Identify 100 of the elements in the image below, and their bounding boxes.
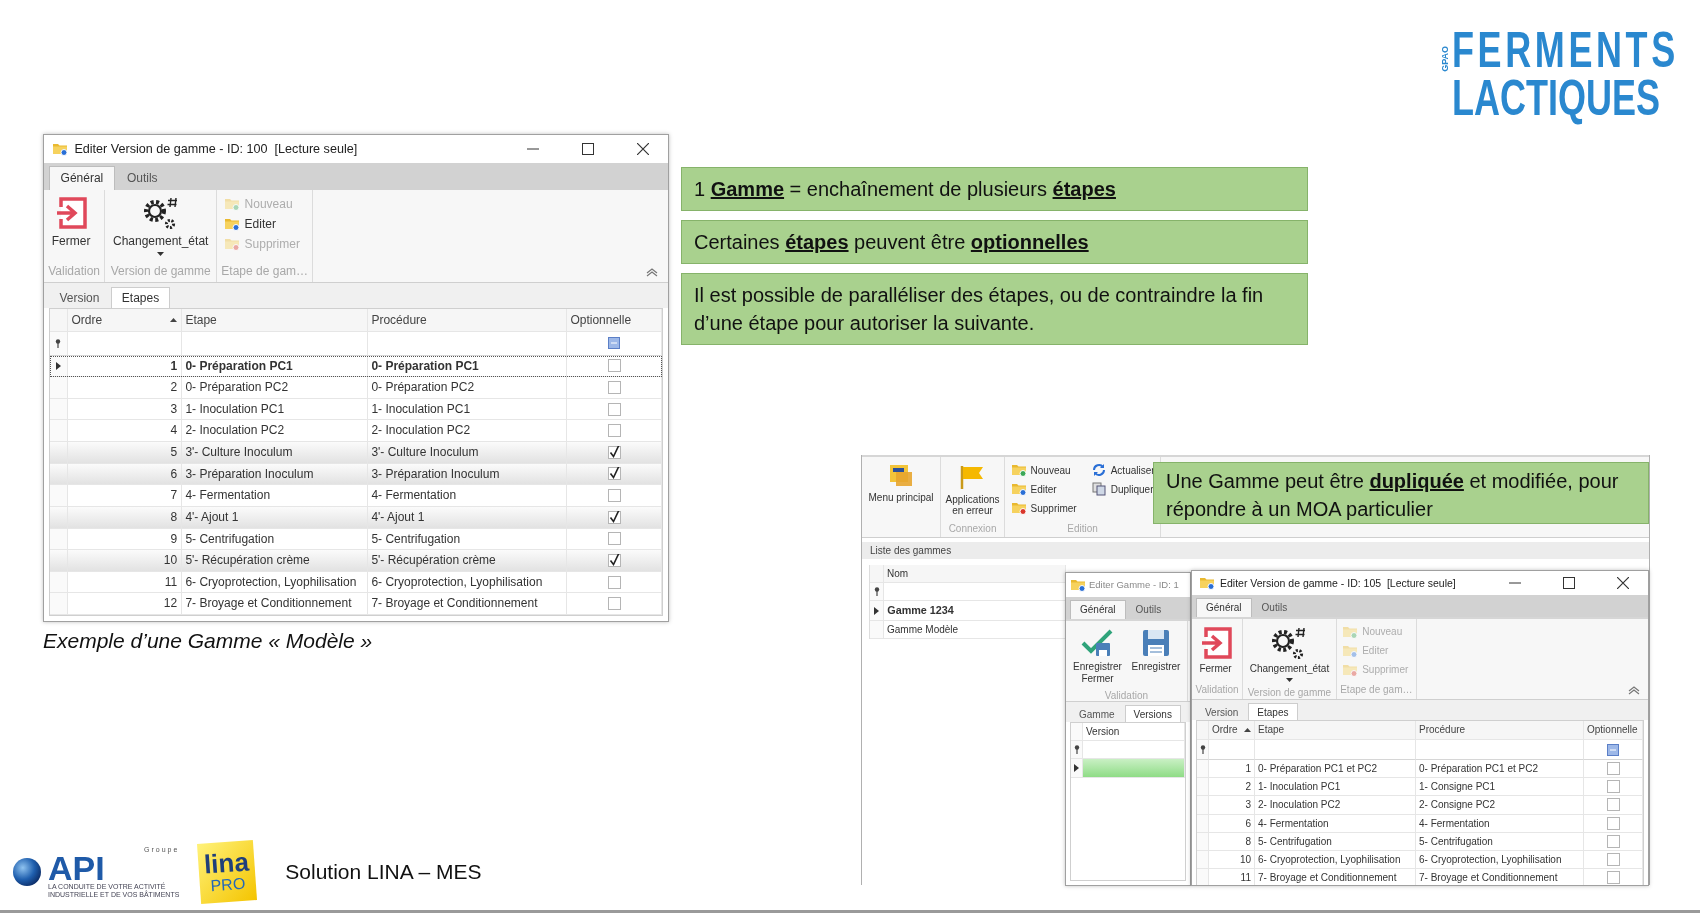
column-header[interactable]: Optionnelle xyxy=(570,309,632,331)
checkbox[interactable] xyxy=(607,554,621,567)
collapse-icon[interactable] xyxy=(1628,685,1640,695)
tab[interactable]: Versions xyxy=(1124,705,1181,722)
column-header[interactable]: Version xyxy=(1083,723,1185,742)
table-cell: 0- Préparation PC1 et PC2 xyxy=(1416,760,1584,779)
column-header[interactable]: Procédure xyxy=(371,309,427,331)
table-row[interactable]: 10 5'- Récupération crème 5'- Récupération crème xyxy=(49,550,663,572)
table-cell: 5- Centrifugation xyxy=(1255,832,1416,851)
filter-cell[interactable] xyxy=(1255,740,1416,760)
tab[interactable]: Etapes xyxy=(111,287,170,309)
tab[interactable]: Outils xyxy=(1251,597,1298,617)
logo-text: API xyxy=(48,852,105,883)
column-header[interactable]: Etape xyxy=(1258,721,1285,739)
table-row[interactable]: 3 1- Inoculation PC1 1- Inoculation PC1 xyxy=(49,398,663,421)
collapse-icon[interactable] xyxy=(646,268,659,278)
checkbox[interactable] xyxy=(1606,762,1620,776)
filter-cell[interactable] xyxy=(1416,740,1584,760)
filter-cell[interactable] xyxy=(566,331,663,356)
table-row[interactable]: 6 3- Préparation Inoculum 3- Préparation Inoculum xyxy=(49,463,663,486)
ribbon-button[interactable]: Fermer xyxy=(48,191,95,252)
tab[interactable]: Version xyxy=(1196,703,1248,720)
table-cell: 6- Cryoprotection, Lyophilisation xyxy=(367,571,567,594)
ribbon-button[interactable]: Enregistrer xyxy=(1128,622,1184,675)
tab[interactable]: Général xyxy=(1070,599,1126,619)
table-row[interactable]: 3 2- Inoculation PC2 2- Consigne PC2 xyxy=(1197,796,1643,815)
checkbox[interactable] xyxy=(607,467,621,481)
filter-cell[interactable] xyxy=(1584,740,1643,760)
table-cell: 7- Broyage et Conditionnement xyxy=(1416,869,1584,885)
checkbox[interactable] xyxy=(1606,816,1620,830)
filter-cell[interactable] xyxy=(367,331,567,356)
column-header[interactable]: Procédure xyxy=(1419,721,1466,739)
column-header[interactable]: Ordre xyxy=(71,309,103,331)
table-cell: 2- Inoculation PC2 xyxy=(1255,796,1416,815)
ribbon-button[interactable]: Enregistrer Fermer xyxy=(1069,622,1126,687)
ribbon-button[interactable]: Editer xyxy=(1008,481,1079,497)
checkbox[interactable] xyxy=(1606,871,1620,885)
tab[interactable]: Etapes xyxy=(1248,703,1298,720)
checkbox[interactable] xyxy=(607,532,621,546)
column-header[interactable]: Optionnelle xyxy=(1587,721,1638,739)
filter-cell[interactable] xyxy=(67,331,182,356)
group-label: Validation xyxy=(1195,683,1239,697)
tab[interactable]: Général xyxy=(48,166,116,190)
ribbon-button[interactable]: Menu principal xyxy=(865,459,937,506)
check-disk-icon xyxy=(1080,627,1115,658)
table-row[interactable]: 12 7- Broyage et Conditionnement 7- Broyage et Conditionnement xyxy=(49,593,663,616)
ribbon-button[interactable]: Changement_état xyxy=(1246,620,1333,685)
table-row[interactable]: 1 0- Préparation PC1 0- Préparation PC1 xyxy=(49,355,663,378)
table-row[interactable]: 2 0- Préparation PC2 0- Préparation PC2 xyxy=(49,377,663,399)
checkbox[interactable] xyxy=(1606,798,1620,812)
filter-checkbox-icon[interactable] xyxy=(1607,743,1619,756)
table-cell: 1- Inoculation PC1 xyxy=(181,398,368,421)
checkbox[interactable] xyxy=(607,489,621,503)
table-cell: 5'- Récupération crème xyxy=(367,550,567,572)
table-row[interactable] xyxy=(1083,759,1185,778)
filter-pin-icon xyxy=(1073,745,1080,755)
checkbox[interactable] xyxy=(607,597,621,611)
checkbox[interactable] xyxy=(607,510,621,524)
table-row[interactable]: 8 5- Centrifugation 5- Centrifugation xyxy=(1197,832,1643,851)
ribbon-button[interactable]: Nouveau xyxy=(1008,462,1079,478)
ribbon-button[interactable]: Applications en erreur xyxy=(944,459,1001,520)
tab[interactable]: Outils xyxy=(1125,599,1172,619)
ribbon-button[interactable]: Changement_état xyxy=(109,191,212,260)
ribbon-button[interactable]: Supprimer xyxy=(1008,500,1079,516)
checkbox[interactable] xyxy=(607,445,621,459)
checkbox[interactable] xyxy=(607,381,621,394)
checkbox[interactable] xyxy=(607,424,621,438)
checkbox[interactable] xyxy=(1606,780,1620,794)
table-row[interactable]: 8 4'- Ajout 1 4'- Ajout 1 xyxy=(49,506,663,529)
table-cell: 1 xyxy=(67,355,182,378)
table-row[interactable]: 5 3'- Culture Inoculum 3'- Culture Inoculum xyxy=(49,442,663,464)
table-row[interactable]: 11 6- Cryoprotection, Lyophilisation 6- Cryoprotection, Lyophilisation xyxy=(49,571,663,594)
table-cell: 2 xyxy=(1209,778,1255,797)
filter-checkbox-icon[interactable] xyxy=(608,337,620,350)
checkbox[interactable] xyxy=(607,402,621,416)
checkbox[interactable] xyxy=(1606,834,1620,848)
checkbox[interactable] xyxy=(1606,853,1620,867)
tab[interactable]: Outils xyxy=(115,166,170,190)
column-header[interactable]: Etape xyxy=(185,309,217,331)
filter-cell[interactable] xyxy=(1209,740,1255,760)
app-logo-icon xyxy=(888,464,914,488)
table-row[interactable]: 6 4- Fermentation 4- Fermentation xyxy=(1197,814,1643,833)
table-row[interactable]: 11 7- Broyage et Conditionnement 7- Broyage et Conditionnement xyxy=(1197,869,1643,885)
table-row[interactable]: 2 1- Inoculation PC1 1- Consigne PC1 xyxy=(1197,778,1643,797)
tab[interactable]: Version xyxy=(48,287,110,309)
table-row[interactable]: 1 0- Préparation PC1 et PC2 0- Préparation PC1 et PC2 xyxy=(1197,760,1643,779)
ribbon-button[interactable]: Fermer xyxy=(1195,620,1236,677)
table-row[interactable]: 10 6- Cryoprotection, Lyophilisation 6- Cryoprotection, Lyophilisation xyxy=(1197,850,1643,870)
callout-text: Une Gamme peut être dupliquée et modifiée, pour répondre à un MOA particulier xyxy=(1153,462,1649,524)
tab[interactable]: Gamme xyxy=(1070,705,1124,722)
checkbox[interactable] xyxy=(607,575,621,589)
tab[interactable]: Général xyxy=(1196,597,1252,617)
column-header[interactable]: Ordre xyxy=(1212,721,1238,739)
table-row[interactable]: 7 4- Fermentation 4- Fermentation xyxy=(49,485,663,507)
table-cell: 6 xyxy=(1209,814,1255,833)
checkbox[interactable] xyxy=(607,359,621,373)
ribbon-button[interactable]: Editer xyxy=(221,215,303,232)
filter-cell[interactable] xyxy=(181,331,368,356)
column-header[interactable]: Nom xyxy=(884,565,1066,584)
group-label: Etape de gam… xyxy=(1340,683,1413,697)
